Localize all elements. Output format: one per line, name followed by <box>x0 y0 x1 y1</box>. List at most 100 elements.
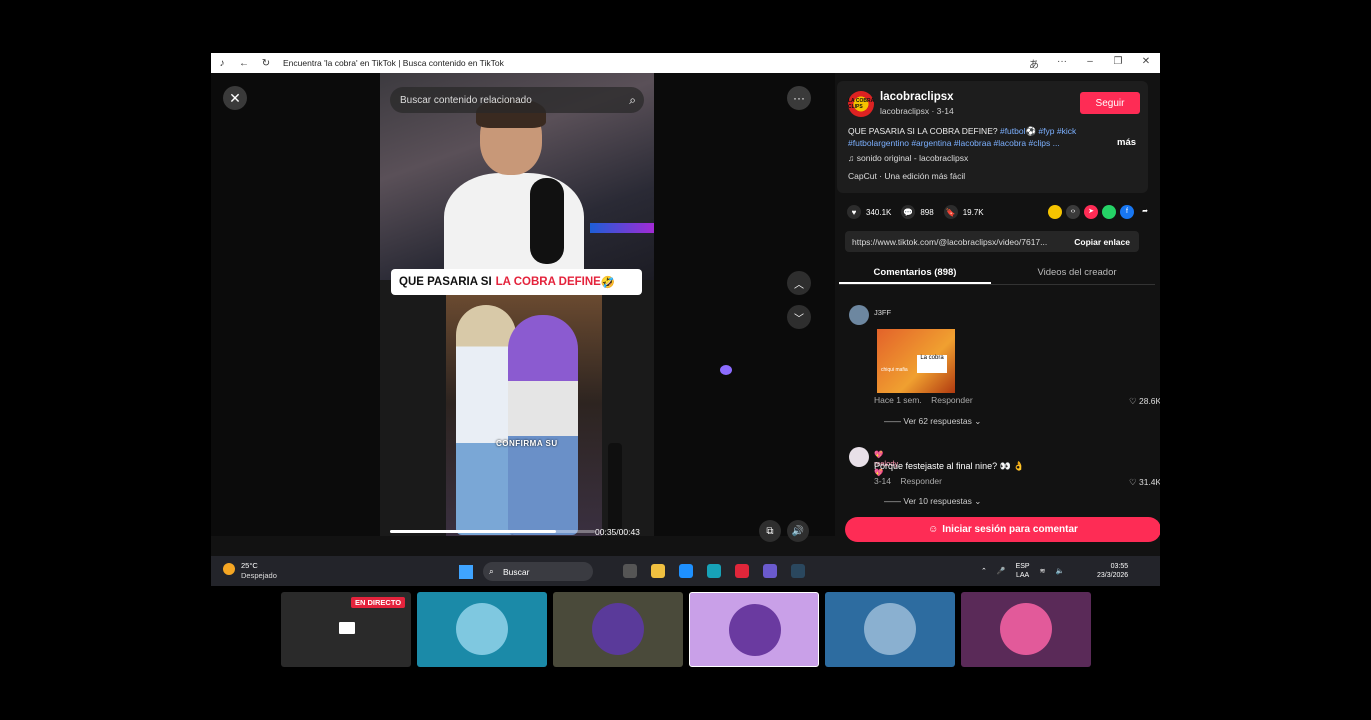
maximize-button[interactable]: ❐ <box>1104 56 1132 71</box>
window-title: Encuentra 'la cobra' en TikTok | Busca c… <box>283 58 504 68</box>
screen-share-thumbnail[interactable]: EN DIRECTO <box>281 592 411 667</box>
video-player[interactable]: Buscar contenido relacionado ⌕ QUE PASAR… <box>380 73 654 536</box>
participant-avatar <box>864 603 916 655</box>
sidebar-tabs: Comentarios (898) Videos del creador <box>839 263 1155 285</box>
tab-creator-videos[interactable]: Videos del creador <box>1001 263 1153 284</box>
language-indicator[interactable]: ESP LAA <box>1016 562 1030 580</box>
minimize-button[interactable]: – <box>1076 56 1104 71</box>
task-view-icon[interactable] <box>623 564 637 578</box>
chevron-up-icon[interactable]: ⌃ <box>981 567 987 575</box>
search-icon[interactable]: ⌕ <box>629 93 636 108</box>
volume-icon[interactable]: 🔈 <box>1055 567 1064 575</box>
tab-comments[interactable]: Comentarios (898) <box>839 263 991 284</box>
taskbar-search[interactable]: ⌕ Buscar <box>483 562 593 581</box>
back-arrow-icon[interactable]: ← <box>233 58 255 69</box>
embed-icon[interactable]: ‹› <box>1066 205 1080 219</box>
chevron-down-icon: ﹀ <box>794 313 804 325</box>
send-icon[interactable]: ➤ <box>1084 205 1098 219</box>
browser-window: ♪ ← ↻ Encuentra 'la cobra' en TikTok | B… <box>211 53 1160 586</box>
title-bar: ♪ ← ↻ Encuentra 'la cobra' en TikTok | B… <box>211 53 1160 73</box>
edge-icon[interactable] <box>679 564 693 578</box>
comment-count: 898 <box>920 207 934 217</box>
bookmark-icon[interactable]: 🔖 <box>943 205 958 219</box>
microphone-icon[interactable]: 🎤 <box>997 567 1006 575</box>
creator-handle[interactable]: lacobraclipsx <box>880 91 954 103</box>
steam-icon[interactable] <box>791 564 805 578</box>
app-red-icon[interactable] <box>735 564 749 578</box>
video-link[interactable]: https://www.tiktok.com/@lacobraclipsx/vi… <box>852 237 1047 247</box>
comment-image[interactable]: chiqui mafia La cobra <box>877 329 955 393</box>
commenter-avatar[interactable] <box>849 447 869 467</box>
facebook-icon[interactable]: f <box>1120 205 1134 219</box>
wifi-icon[interactable]: ≋ <box>1040 567 1046 575</box>
share-row: ‹› ➤ f ➦ <box>1048 205 1152 219</box>
heart-icon[interactable]: ♥ <box>847 205 861 219</box>
translate-icon[interactable]: あ <box>1020 56 1048 71</box>
more-description-button[interactable]: más <box>1117 137 1136 148</box>
speaker-icon: 🔊 <box>791 525 805 537</box>
participant-thumbnail[interactable] <box>689 592 819 667</box>
comment-like-count: 31.4K <box>1138 477 1160 487</box>
scene-led-strip <box>590 223 654 233</box>
windows-start-icon[interactable] <box>459 565 473 579</box>
follow-button[interactable]: Seguir <box>1080 92 1140 114</box>
login-to-comment-button[interactable]: ☺ Iniciar sesión para comentar <box>845 517 1160 542</box>
file-explorer-icon[interactable] <box>651 564 665 578</box>
post-description: QUE PASARIA SI LA COBRA DEFINE? #futbol⚽… <box>848 125 1098 149</box>
comment-icon[interactable]: 💬 <box>901 205 916 219</box>
view-replies-label: Ver 10 respuestas <box>903 496 972 506</box>
next-video-button[interactable]: ﹀ <box>787 305 811 329</box>
participant-avatar <box>729 604 781 656</box>
commenter-name[interactable]: J3FF <box>874 308 891 317</box>
search-placeholder: Buscar contenido relacionado <box>400 94 532 106</box>
desc-hashtags-2[interactable]: #futbolargentino #argentina #lacobraa #l… <box>848 138 1060 148</box>
participant-thumbnail[interactable] <box>961 592 1091 667</box>
reload-icon[interactable]: ↻ <box>255 58 277 69</box>
commenter-avatar[interactable] <box>849 305 869 325</box>
post-info-card: LA COBRA CLIPS lacobraclipsx lacobraclip… <box>837 81 1148 193</box>
whatsapp-icon[interactable] <box>1102 205 1116 219</box>
comment-likes[interactable]: ♡ 31.4K <box>1129 477 1160 488</box>
search-icon: ⌕ <box>489 566 494 576</box>
browser-icon[interactable] <box>707 564 721 578</box>
previous-video-button[interactable]: ︿ <box>787 271 811 295</box>
view-replies-button[interactable]: —— Ver 62 respuestas ⌄ <box>884 416 981 427</box>
desc-text: QUE PASARIA SI LA COBRA DEFINE? <box>848 126 998 136</box>
post-actions: ♥ 340.1K 💬 898 🔖 19.7K ‹› ➤ f ➦ <box>847 204 1152 220</box>
capcut-link[interactable]: CapCut · Una edición más fácil <box>848 171 965 181</box>
reply-button[interactable]: Responder <box>900 476 942 486</box>
video-link-box: https://www.tiktok.com/@lacobraclipsx/vi… <box>845 231 1139 252</box>
video-progress-bar[interactable] <box>390 530 595 533</box>
related-search-input[interactable]: Buscar contenido relacionado ⌕ <box>390 87 644 113</box>
comment-likes[interactable]: ♡ 28.6K <box>1129 396 1160 407</box>
scene-woman <box>508 315 578 535</box>
coin-icon[interactable] <box>1048 205 1062 219</box>
save-count: 19.7K <box>962 207 984 217</box>
participant-thumbnail[interactable] <box>825 592 955 667</box>
copy-link-button[interactable]: Copiar enlace <box>1074 237 1130 247</box>
pinned-apps <box>623 564 805 578</box>
clock[interactable]: 03:55 23/3/2026 <box>1097 562 1128 580</box>
sound-link[interactable]: ♫ sonido original - lacobraclipsx <box>848 153 968 163</box>
system-tray: ⌃ 🎤 ESP LAA ≋ 🔈 <box>981 562 1064 580</box>
weather-condition: Despejado <box>241 571 277 580</box>
creator-avatar[interactable]: LA COBRA CLIPS <box>848 91 874 117</box>
desc-hashtags-1[interactable]: #futbol⚽ #fyp #kick <box>1000 126 1076 136</box>
close-video-button[interactable]: ✕ <box>223 86 247 110</box>
weather-widget[interactable]: 25°C Despejado <box>223 561 277 581</box>
chat-icon: ☺ <box>928 524 939 535</box>
video-area: ✕ Buscar contenido relacionado ⌕ QUE PAS… <box>211 73 835 542</box>
close-window-button[interactable]: ✕ <box>1132 56 1160 71</box>
caption-emoji: 🤣 <box>600 277 616 289</box>
participant-thumbnail[interactable] <box>553 592 683 667</box>
participant-thumbnail[interactable] <box>417 592 547 667</box>
more-dots-icon[interactable]: ··· <box>1048 56 1076 71</box>
picture-in-picture-button[interactable]: ⧉ <box>759 520 781 542</box>
view-replies-button[interactable]: —— Ver 10 respuestas ⌄ <box>884 496 981 507</box>
more-options-button[interactable]: ··· <box>787 86 811 110</box>
volume-button[interactable]: 🔊 <box>787 520 809 542</box>
post-sidebar: LA COBRA CLIPS lacobraclipsx lacobraclip… <box>835 73 1160 542</box>
discord-icon[interactable] <box>763 564 777 578</box>
share-arrow-icon[interactable]: ➦ <box>1138 205 1152 219</box>
reply-button[interactable]: Responder <box>931 395 973 405</box>
